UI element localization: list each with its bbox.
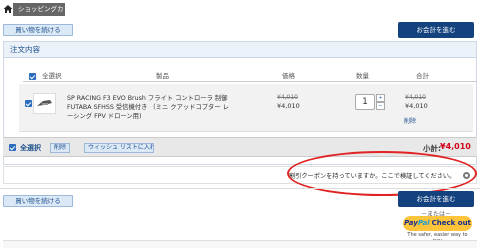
highlight-ellipse (287, 151, 477, 196)
bottom-panel (3, 240, 477, 248)
checkout-button-bottom[interactable]: お会計を進む (398, 191, 474, 207)
section-divider (0, 188, 480, 189)
continue-shopping-button-bottom[interactable]: 買い物を続ける (3, 195, 73, 207)
paypal-checkout-button[interactable]: PayPal Check out (403, 216, 472, 231)
add-to-wishlist-button[interactable]: ウィッシュ リストに入れる (84, 143, 154, 153)
select-all-checkbox-header[interactable] (29, 73, 36, 80)
price-current: ¥4,010 (277, 102, 300, 110)
breadcrumb: ショッピングカ (0, 2, 480, 17)
quantity-input[interactable]: 1 (355, 94, 375, 110)
select-all-label-header: 全選択 (42, 72, 62, 80)
product-name[interactable]: SP RACING F3 EVO Brush フライト コントローラ 制御 FU… (67, 94, 229, 121)
product-thumbnail[interactable] (33, 93, 56, 114)
continue-shopping-button-top[interactable]: 買い物を続ける (3, 24, 73, 36)
item-checkbox[interactable] (25, 100, 32, 107)
cart-item-row: SP RACING F3 EVO Brush フライト コントローラ 制御 FU… (19, 84, 473, 132)
price-original: ¥4,010 (277, 94, 298, 101)
column-price: 価格 (282, 72, 295, 80)
breadcrumb-shopping-cart[interactable]: ショッピングカ (13, 3, 65, 16)
column-product: 製品 (156, 72, 169, 80)
paypal-check-out-label: Check out (431, 219, 471, 227)
quantity-decrease-button[interactable]: − (376, 102, 385, 110)
line-total-original: ¥4,010 (405, 94, 426, 101)
panel-title: 注文内容 (4, 42, 476, 58)
select-all-checkbox[interactable] (9, 144, 16, 151)
column-total: 合計 (416, 72, 429, 80)
subtotal-value: ¥4,010 (440, 142, 471, 151)
delete-selected-button[interactable]: 削除 (50, 143, 71, 153)
remove-item-link[interactable]: 削除 (404, 116, 416, 125)
paypal-logo-pal: Pal (417, 219, 430, 227)
select-all-label: 全選択 (20, 144, 41, 152)
quantity-increase-button[interactable]: + (376, 94, 385, 102)
table-header: 全選択 製品 価格 数量 合計 (23, 71, 477, 82)
home-icon[interactable] (3, 4, 13, 14)
column-qty: 数量 (356, 72, 369, 80)
paypal-logo-pay: Pay (404, 219, 418, 227)
line-total: ¥4,010 (405, 102, 428, 110)
quantity-stepper: 1 + − (355, 94, 385, 110)
checkout-button-top[interactable]: お会計を進む (398, 22, 474, 38)
subtotal-label: 小計: (423, 144, 441, 153)
